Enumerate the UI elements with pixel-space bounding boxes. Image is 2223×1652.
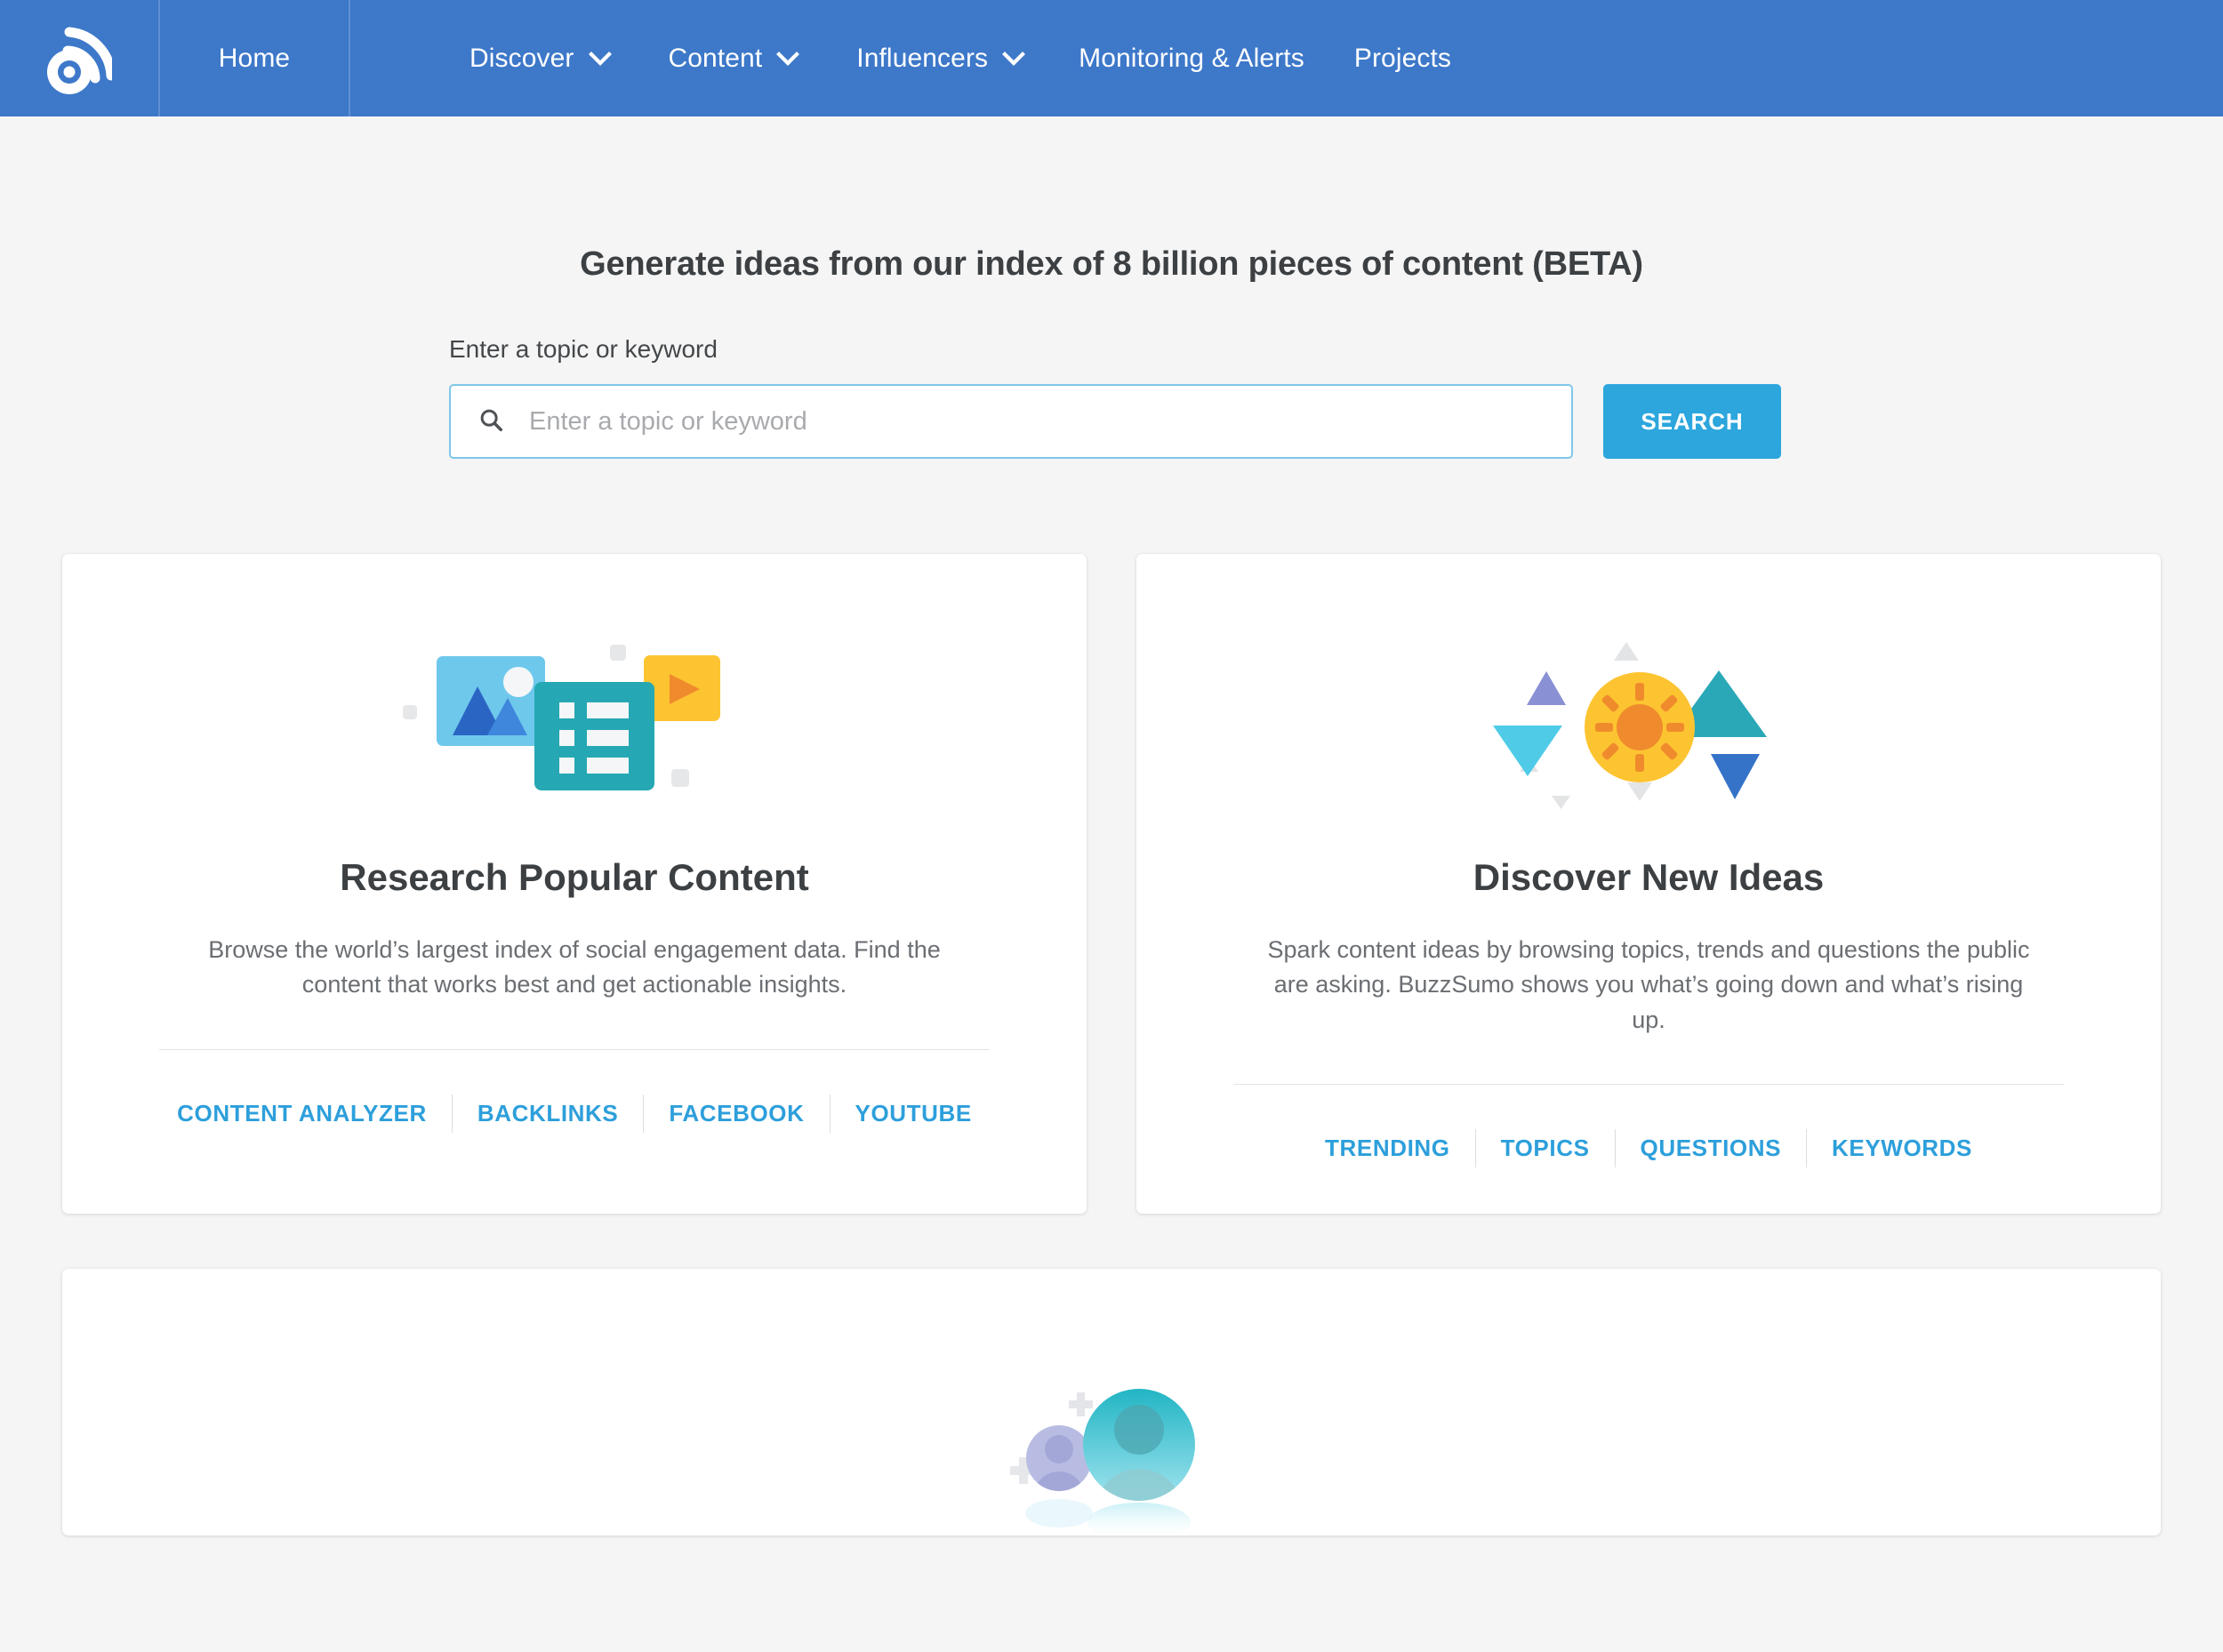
media-content-illustration bbox=[397, 600, 752, 840]
chevron-down-icon bbox=[776, 51, 800, 66]
nav-item-projects-label: Projects bbox=[1353, 43, 1451, 73]
nav-item-influencers[interactable]: Influencers bbox=[828, 0, 1054, 116]
feature-cards: Research Popular Content Browse the worl… bbox=[0, 554, 2223, 1215]
buzzsumo-logo[interactable] bbox=[0, 0, 160, 116]
search-label: Enter a topic or keyword bbox=[449, 335, 718, 363]
card-link-topics[interactable]: TOPICS bbox=[1476, 1129, 1615, 1167]
card-link-content-analyzer[interactable]: CONTENT ANALYZER bbox=[152, 1095, 452, 1133]
search-icon bbox=[478, 406, 504, 437]
card-link-youtube[interactable]: YOUTUBE bbox=[831, 1095, 997, 1133]
nav-item-home[interactable]: Home bbox=[160, 0, 350, 116]
chevron-down-icon bbox=[588, 51, 612, 66]
nav-item-content[interactable]: Content bbox=[640, 0, 829, 116]
nav-item-influencers-label: Influencers bbox=[856, 43, 989, 73]
search-button[interactable]: SEARCH bbox=[1603, 384, 1781, 459]
search-field[interactable] bbox=[449, 384, 1573, 459]
card-links: TRENDING TOPICS QUESTIONS KEYWORDS bbox=[1300, 1129, 1997, 1168]
card-divider bbox=[1233, 1084, 2064, 1086]
card-description: Browse the world’s largest index of soci… bbox=[208, 936, 941, 998]
card-divider bbox=[159, 1048, 990, 1050]
card-link-backlinks[interactable]: BACKLINKS bbox=[453, 1095, 644, 1133]
main-content: Generate ideas from our index of 8 billi… bbox=[0, 116, 2223, 1543]
card-description: Spark content ideas by browsing topics, … bbox=[1267, 936, 2030, 1033]
card-links: CONTENT ANALYZER BACKLINKS FACEBOOK YOUT… bbox=[152, 1094, 997, 1133]
nav-menu: Discover Content Influencers Monitoring … bbox=[441, 0, 1476, 116]
influencer-avatars-illustration bbox=[978, 1331, 1245, 1543]
card-link-trending[interactable]: TRENDING bbox=[1300, 1129, 1475, 1167]
page-title: Generate ideas from our index of 8 billi… bbox=[580, 245, 1643, 283]
nav-item-discover[interactable]: Discover bbox=[441, 0, 640, 116]
card-title: Discover New Ideas bbox=[1473, 856, 1825, 898]
top-navigation-bar: Home Discover Content Influencers Monito… bbox=[0, 0, 2223, 116]
nav-item-home-label: Home bbox=[218, 43, 291, 73]
card-link-questions[interactable]: QUESTIONS bbox=[1616, 1129, 1807, 1167]
search-row: SEARCH bbox=[449, 384, 1796, 459]
card-discover-new-ideas: Discover New Ideas Spark content ideas b… bbox=[1136, 554, 2161, 1215]
search-section: Enter a topic or keyword SEARCH bbox=[427, 335, 1796, 459]
card-link-keywords[interactable]: KEYWORDS bbox=[1807, 1129, 1997, 1167]
buzzsumo-rss-logo-icon bbox=[46, 20, 112, 97]
nav-item-monitoring-alerts[interactable]: Monitoring & Alerts bbox=[1054, 0, 1329, 116]
nav-item-projects[interactable]: Projects bbox=[1329, 0, 1476, 116]
chevron-down-icon bbox=[1002, 51, 1026, 66]
sun-triangles-illustration bbox=[1471, 600, 1826, 840]
card-title: Research Popular Content bbox=[340, 856, 809, 898]
nav-item-discover-label: Discover bbox=[469, 43, 574, 73]
nav-item-monitoring-alerts-label: Monitoring & Alerts bbox=[1079, 43, 1304, 73]
card-influencers-partial bbox=[62, 1269, 2161, 1543]
card-research-popular-content: Research Popular Content Browse the worl… bbox=[62, 554, 1087, 1215]
search-input[interactable] bbox=[527, 405, 1545, 437]
card-link-facebook[interactable]: FACEBOOK bbox=[644, 1095, 829, 1133]
nav-item-content-label: Content bbox=[668, 43, 763, 73]
